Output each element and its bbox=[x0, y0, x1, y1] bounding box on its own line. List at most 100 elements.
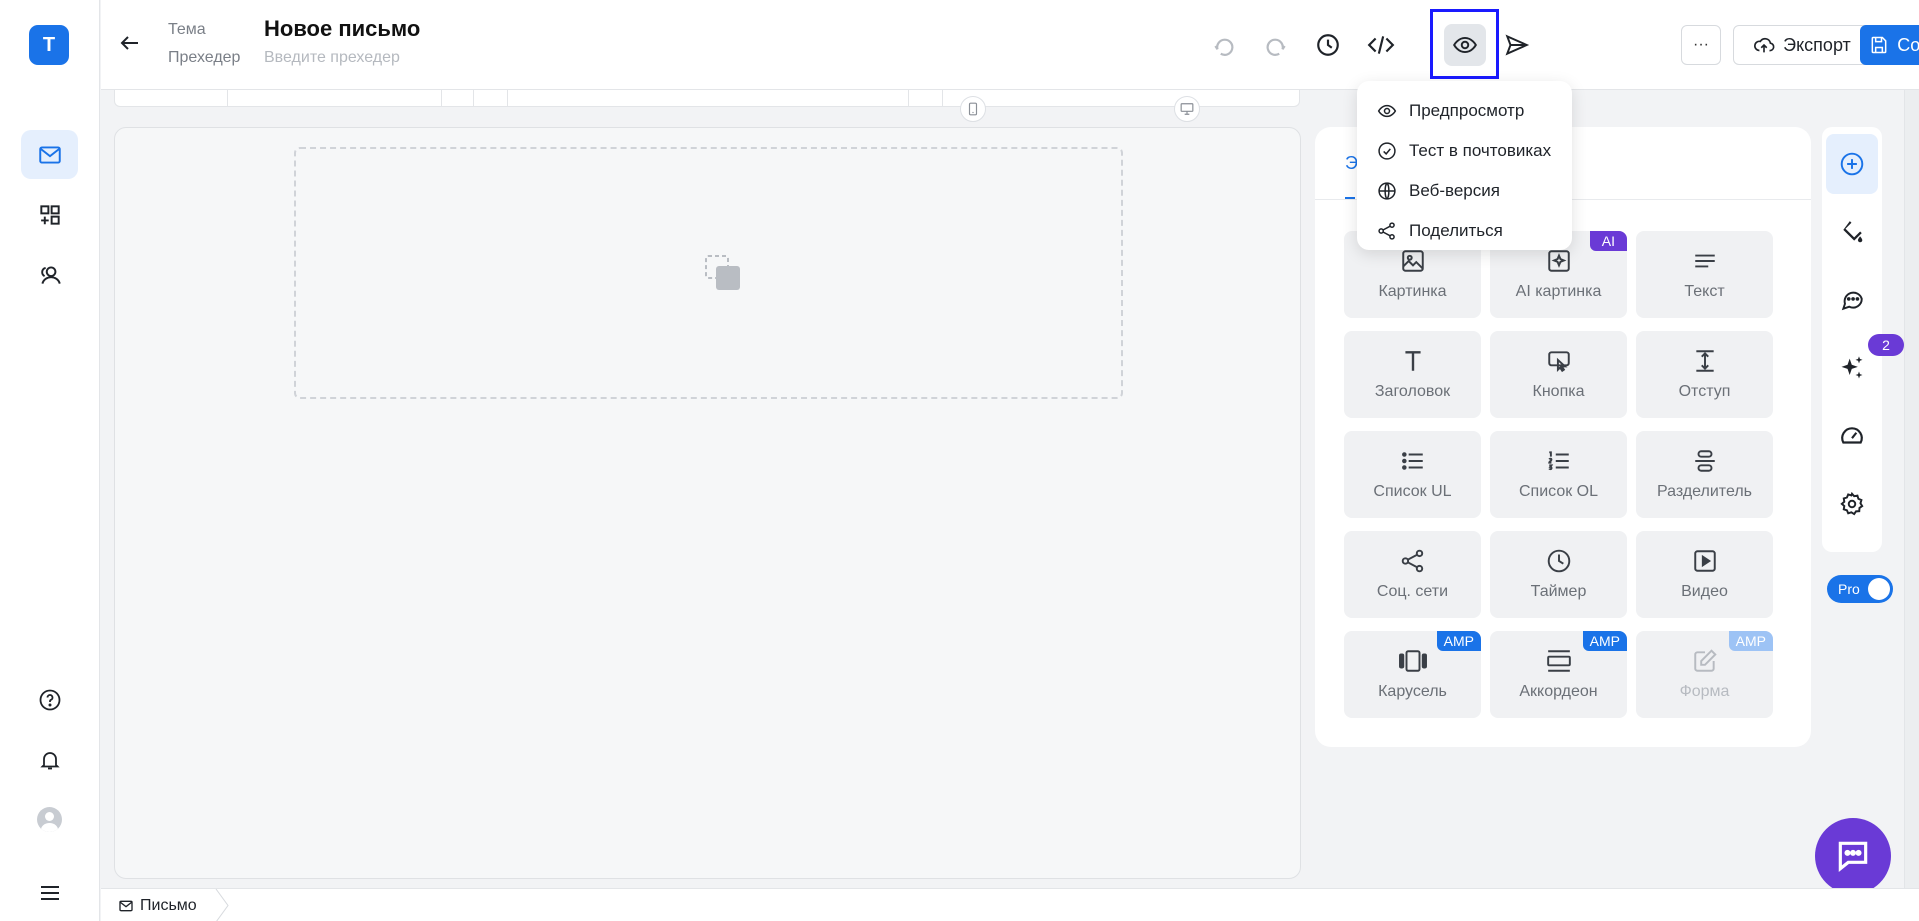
menu-item-share[interactable]: Поделиться bbox=[1357, 211, 1572, 251]
redo-icon bbox=[1266, 38, 1286, 56]
save-label: Сохранить bbox=[1897, 34, 1919, 55]
canvas-top-strip bbox=[114, 90, 1300, 107]
back-button[interactable] bbox=[118, 31, 142, 55]
menu-item-label: Тест в почтовиках bbox=[1409, 141, 1552, 160]
toggle-knob bbox=[1868, 578, 1890, 600]
clock-icon bbox=[1547, 549, 1570, 573]
menu-button[interactable] bbox=[21, 868, 78, 917]
tile-list-ol[interactable]: Список OL bbox=[1490, 431, 1627, 518]
mail-nav-button[interactable] bbox=[21, 130, 78, 179]
email-canvas[interactable] bbox=[114, 127, 1301, 879]
list-ul-icon bbox=[1401, 452, 1423, 470]
ai-image-icon bbox=[1547, 250, 1570, 272]
breadcrumb[interactable]: Письмо bbox=[118, 897, 197, 915]
tile-label: Форма bbox=[1679, 683, 1730, 700]
scrollbar[interactable] bbox=[1904, 90, 1919, 890]
save-disk-icon bbox=[1871, 36, 1887, 54]
settings-tool[interactable] bbox=[1826, 474, 1878, 534]
tile-carousel[interactable]: AMP Карусель bbox=[1344, 631, 1481, 718]
left-rail: T bbox=[0, 0, 100, 921]
tile-label: Список OL bbox=[1518, 483, 1599, 500]
mobile-view-button[interactable] bbox=[960, 96, 986, 122]
tile-label: Текст bbox=[1684, 283, 1725, 300]
menu-item-preview[interactable]: Предпросмотр bbox=[1357, 91, 1572, 131]
tile-label: Таймер bbox=[1530, 583, 1587, 600]
tile-list-ul[interactable]: Список UL bbox=[1344, 431, 1481, 518]
code-icon bbox=[1367, 36, 1395, 54]
breadcrumb-label: Письмо bbox=[140, 897, 197, 914]
tile-label: Карусель bbox=[1378, 683, 1447, 700]
preheader-label: Прехедер bbox=[168, 49, 241, 66]
help-circle-icon bbox=[39, 689, 60, 710]
code-button[interactable] bbox=[1360, 24, 1402, 66]
spacer-icon bbox=[1695, 350, 1714, 372]
hamburger-icon bbox=[40, 885, 59, 900]
tile-divider[interactable]: Разделитель bbox=[1636, 431, 1773, 518]
save-button[interactable]: Сохранить bbox=[1860, 25, 1919, 65]
block-dropzone[interactable] bbox=[294, 147, 1123, 399]
tile-timer[interactable]: Таймер bbox=[1490, 531, 1627, 618]
user-avatar[interactable] bbox=[37, 807, 62, 832]
workspace-logo[interactable]: T bbox=[29, 25, 69, 65]
globe-icon bbox=[1378, 182, 1396, 200]
video-icon bbox=[1693, 550, 1716, 572]
theme-label: Тема bbox=[168, 21, 206, 38]
contacts-nav-button[interactable] bbox=[21, 250, 78, 299]
send-button[interactable] bbox=[1496, 24, 1538, 66]
help-button[interactable] bbox=[21, 675, 78, 724]
history-clock-icon bbox=[1317, 34, 1339, 56]
form-edit-icon bbox=[1693, 649, 1717, 672]
desktop-view-button[interactable] bbox=[1174, 96, 1200, 122]
eye-icon bbox=[1377, 104, 1397, 118]
ai-tag: AI bbox=[1589, 231, 1627, 251]
tile-social[interactable]: Соц. сети bbox=[1344, 531, 1481, 618]
tile-accordion[interactable]: AMP Аккордеон bbox=[1490, 631, 1627, 718]
tile-label: Разделитель bbox=[1656, 483, 1752, 500]
chat-bubbles-icon bbox=[1841, 291, 1863, 311]
tile-video[interactable]: Видео bbox=[1636, 531, 1773, 618]
notifications-button[interactable] bbox=[21, 735, 78, 784]
menu-item-inbox-test[interactable]: Тест в почтовиках bbox=[1357, 131, 1572, 171]
sparkles-icon bbox=[1841, 356, 1863, 379]
preview-dropdown-menu: Предпросмотр Тест в почтовиках Веб-верси… bbox=[1357, 81, 1572, 250]
export-button[interactable]: Экспорт bbox=[1733, 25, 1871, 65]
cloud-upload-icon bbox=[1754, 37, 1775, 53]
image-icon bbox=[1401, 250, 1424, 272]
plus-circle-icon bbox=[1840, 152, 1864, 176]
undo-button[interactable] bbox=[1203, 24, 1245, 66]
menu-item-web-version[interactable]: Веб-версия bbox=[1357, 171, 1572, 211]
amp-tag: AMP bbox=[1582, 631, 1627, 651]
tile-heading[interactable]: Заголовок bbox=[1344, 331, 1481, 418]
tile-button[interactable]: Кнопка bbox=[1490, 331, 1627, 418]
check-circle-icon bbox=[1378, 142, 1396, 160]
comments-tool[interactable] bbox=[1826, 270, 1878, 330]
tab-elements[interactable]: Э bbox=[1345, 153, 1358, 174]
editor-header: Тема Прехедер Новое письмо Введите прехе… bbox=[101, 0, 1919, 90]
pro-toggle[interactable]: Pro bbox=[1827, 575, 1893, 603]
styles-tool[interactable] bbox=[1826, 202, 1878, 262]
mail-icon bbox=[119, 900, 133, 912]
email-title[interactable]: Новое письмо bbox=[264, 16, 420, 42]
chat-dots-icon bbox=[1838, 841, 1868, 872]
support-chat-button[interactable] bbox=[1815, 818, 1891, 894]
menu-item-label: Предпросмотр bbox=[1409, 101, 1525, 120]
bell-icon bbox=[39, 751, 60, 769]
more-button[interactable]: ··· bbox=[1681, 25, 1721, 65]
add-block-tool[interactable] bbox=[1826, 134, 1878, 194]
history-button[interactable] bbox=[1307, 24, 1349, 66]
menu-item-label: Веб-версия bbox=[1409, 181, 1500, 200]
preheader-input[interactable]: Введите прехедер bbox=[264, 49, 400, 67]
share-icon bbox=[1378, 222, 1395, 240]
tile-label: AI картинка bbox=[1515, 283, 1602, 300]
redo-button[interactable] bbox=[1255, 24, 1297, 66]
performance-tool[interactable] bbox=[1826, 406, 1878, 466]
tile-spacer[interactable]: Отступ bbox=[1636, 331, 1773, 418]
tile-form[interactable]: AMP Форма bbox=[1636, 631, 1773, 718]
button-icon bbox=[1547, 351, 1570, 373]
tile-label: Отступ bbox=[1678, 383, 1731, 400]
templates-nav-button[interactable] bbox=[21, 190, 78, 239]
preview-button[interactable] bbox=[1444, 24, 1486, 66]
tile-text[interactable]: Текст bbox=[1636, 231, 1773, 318]
footer-bar: Письмо bbox=[101, 888, 1919, 921]
heading-icon bbox=[1404, 351, 1421, 371]
